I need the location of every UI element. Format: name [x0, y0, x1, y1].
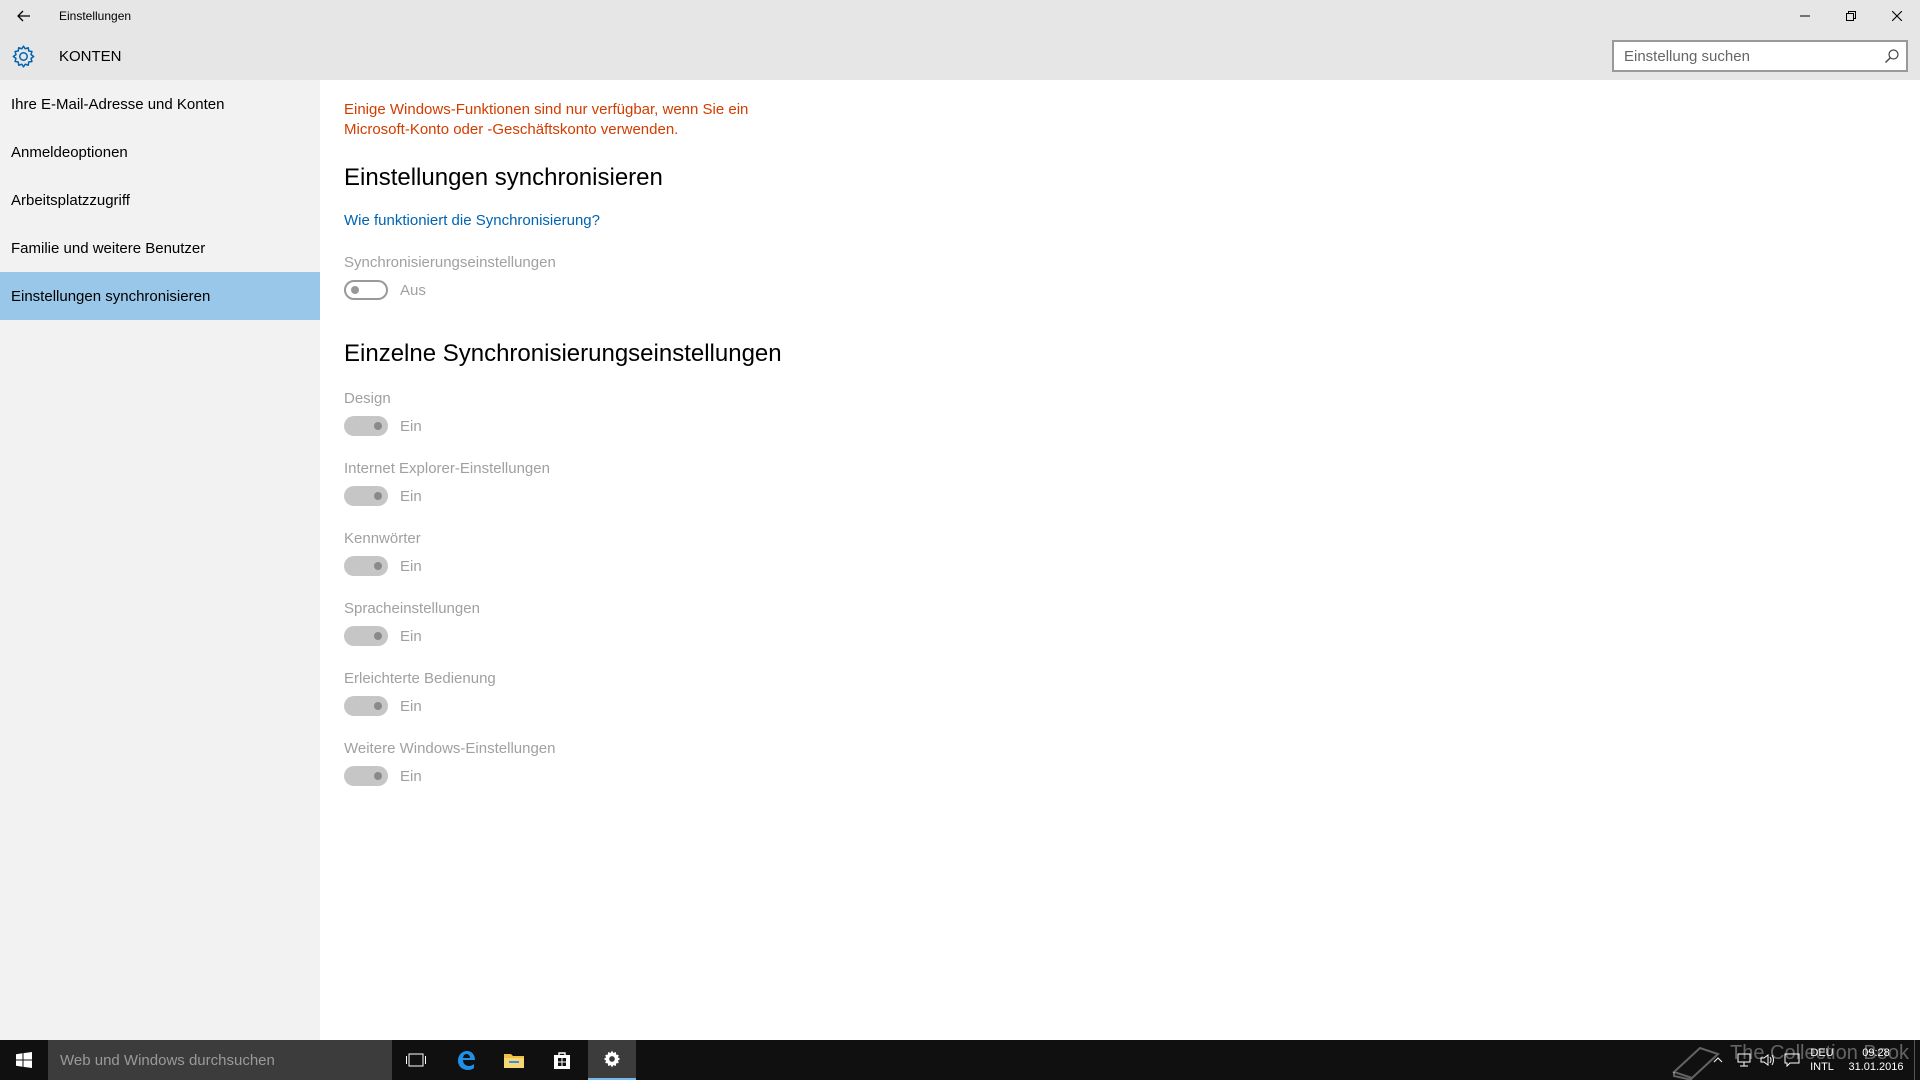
show-desktop-button[interactable]	[1914, 1040, 1920, 1080]
input-language-button[interactable]: DEU INTL	[1804, 1040, 1840, 1080]
windows-logo-icon	[16, 1052, 32, 1068]
title-bar: Einstellungen	[0, 0, 1920, 32]
chevron-up-icon	[1713, 1057, 1723, 1063]
network-button[interactable]	[1732, 1040, 1756, 1080]
warning-line-2: Microsoft-Konto oder -Geschäftskonto ver…	[344, 121, 679, 138]
language-toggle[interactable]	[344, 626, 388, 646]
section-title-sync: Einstellungen synchronisieren	[344, 164, 663, 191]
clock-date: 31.01.2016	[1848, 1061, 1904, 1073]
setting-row-language: Ein	[344, 626, 422, 646]
sync-toggle-state: Aus	[400, 281, 426, 299]
sidebar-item-label: Arbeitsplatzzugriff	[11, 191, 130, 209]
sync-toggle-row: Aus	[344, 280, 426, 300]
passwords-toggle[interactable]	[344, 556, 388, 576]
back-arrow-icon	[17, 10, 30, 22]
ie-settings-toggle[interactable]	[344, 486, 388, 506]
sync-settings-label: Synchronisierungseinstellungen	[344, 254, 556, 271]
start-button[interactable]	[0, 1040, 48, 1080]
setting-row-ie: Ein	[344, 486, 422, 506]
toggle-state: Ein	[400, 487, 422, 505]
action-center-button[interactable]	[1780, 1040, 1804, 1080]
account-warning: Einige Windows-Funktionen sind nur verfü…	[344, 100, 804, 140]
clock-button[interactable]: 09:28 31.01.2016	[1844, 1040, 1908, 1080]
setting-row-other-windows: Ein	[344, 766, 422, 786]
sidebar-item-label: Einstellungen synchronisieren	[11, 287, 211, 305]
restore-button[interactable]	[1828, 0, 1874, 32]
taskbar-search-placeholder: Web und Windows durchsuchen	[60, 1051, 275, 1069]
search-icon[interactable]	[1884, 48, 1900, 64]
window-title: Einstellungen	[59, 9, 132, 23]
taskbar-search-box[interactable]: Web und Windows durchsuchen	[48, 1040, 392, 1080]
file-explorer-button[interactable]	[490, 1040, 538, 1080]
setting-label-other-windows: Weitere Windows-Einstellungen	[344, 740, 556, 757]
setting-row-design: Ein	[344, 416, 422, 436]
task-view-icon	[406, 1053, 426, 1067]
toggle-state: Ein	[400, 557, 422, 575]
language-code: DEU	[1810, 1047, 1834, 1059]
page-title: KONTEN	[59, 48, 122, 65]
settings-app-button[interactable]	[588, 1040, 636, 1080]
setting-row-passwords: Ein	[344, 556, 422, 576]
store-button[interactable]	[538, 1040, 586, 1080]
tray-overflow-button[interactable]	[1706, 1040, 1730, 1080]
clock-time: 09:28	[1862, 1047, 1890, 1059]
sidebar-item-family-users[interactable]: Familie und weitere Benutzer	[0, 224, 320, 272]
sync-help-link[interactable]: Wie funktioniert die Synchronisierung?	[344, 212, 600, 229]
setting-label-ie: Internet Explorer-Einstellungen	[344, 460, 550, 477]
warning-line-1: Einige Windows-Funktionen sind nur verfü…	[344, 101, 749, 118]
sidebar-item-email-accounts[interactable]: Ihre E-Mail-Adresse und Konten	[0, 80, 320, 128]
toggle-state: Ein	[400, 767, 422, 785]
taskbar: Web und Windows durchsuchen The Collecti…	[0, 1040, 1920, 1080]
minimize-icon	[1800, 15, 1810, 17]
sidebar-item-sign-in-options[interactable]: Anmeldeoptionen	[0, 128, 320, 176]
sidebar-item-label: Ihre E-Mail-Adresse und Konten	[11, 95, 225, 113]
close-icon	[1892, 11, 1902, 21]
setting-label-ease-of-access: Erleichterte Bedienung	[344, 670, 496, 687]
speaker-icon	[1760, 1054, 1774, 1066]
setting-label-design: Design	[344, 390, 391, 407]
notification-icon	[1784, 1053, 1800, 1067]
task-view-button[interactable]	[392, 1040, 440, 1080]
settings-search-input[interactable]	[1614, 42, 1874, 70]
other-windows-toggle[interactable]	[344, 766, 388, 786]
settings-gear-icon	[603, 1050, 621, 1068]
folder-icon	[504, 1054, 524, 1068]
setting-label-language: Spracheinstellungen	[344, 600, 480, 617]
toggle-state: Ein	[400, 417, 422, 435]
setting-row-ease-of-access: Ein	[344, 696, 422, 716]
sidebar-item-label: Anmeldeoptionen	[11, 143, 128, 161]
toggle-state: Ein	[400, 697, 422, 715]
store-icon	[554, 1052, 570, 1069]
toggle-state: Ein	[400, 627, 422, 645]
settings-search-box[interactable]	[1612, 40, 1908, 72]
setting-label-passwords: Kennwörter	[344, 530, 421, 547]
sidebar-item-work-access[interactable]: Arbeitsplatzzugriff	[0, 176, 320, 224]
sidebar-item-label: Familie und weitere Benutzer	[11, 239, 206, 257]
sidebar-item-sync-settings[interactable]: Einstellungen synchronisieren	[0, 272, 320, 320]
edge-icon	[458, 1051, 475, 1070]
minimize-button[interactable]	[1782, 0, 1828, 32]
keyboard-layout: INTL	[1810, 1061, 1834, 1073]
ease-of-access-toggle[interactable]	[344, 696, 388, 716]
gear-icon	[12, 45, 35, 68]
settings-header: KONTEN	[0, 32, 1920, 80]
network-icon	[1737, 1053, 1751, 1067]
back-button[interactable]	[0, 0, 48, 32]
section-title-individual-sync: Einzelne Synchronisierungseinstellungen	[344, 340, 782, 367]
sync-toggle[interactable]	[344, 280, 388, 300]
volume-button[interactable]	[1756, 1040, 1780, 1080]
design-toggle[interactable]	[344, 416, 388, 436]
restore-icon	[1846, 11, 1856, 21]
close-button[interactable]	[1874, 0, 1920, 32]
edge-browser-button[interactable]	[442, 1040, 490, 1080]
sidebar: Ihre E-Mail-Adresse und Konten Anmeldeop…	[0, 80, 320, 1040]
